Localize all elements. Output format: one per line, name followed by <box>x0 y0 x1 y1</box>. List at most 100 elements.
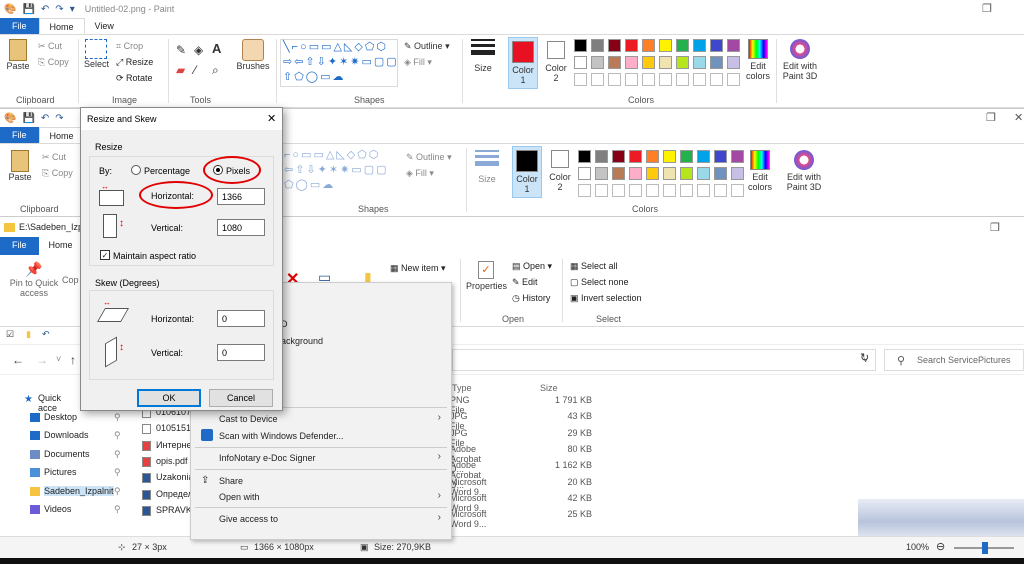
context-item-scan[interactable]: Scan with Windows Defender... <box>219 431 344 441</box>
nav-item[interactable]: Pictures <box>44 467 77 477</box>
palette-swatch[interactable] <box>625 39 638 52</box>
close-icon[interactable]: ✕ <box>1014 111 1023 124</box>
custom-color-slot[interactable] <box>629 184 642 197</box>
percentage-radio[interactable] <box>131 165 141 175</box>
refresh-icon[interactable]: ↻ <box>860 351 869 364</box>
text-icon[interactable]: A <box>212 41 221 56</box>
forward-icon[interactable]: → <box>36 353 48 367</box>
shapes-gallery[interactable]: ╲⌐○▭▭△◺◇⬠⬡ ⇨⇦⇧⇩✦✶✷▭▢▢ ⇧⬠◯▭☁ <box>280 39 398 87</box>
custom-color-slot[interactable] <box>642 73 655 86</box>
column-type-header[interactable]: Type <box>452 383 472 393</box>
maintain-aspect-label[interactable]: Maintain aspect ratio <box>113 251 196 261</box>
palette-swatch[interactable] <box>625 56 638 69</box>
size-button[interactable]: Size <box>472 150 502 184</box>
column-size-header[interactable]: Size <box>540 383 558 393</box>
shapes-gallery[interactable]: ⌐○▭▭△◺◇⬠⬡ ⇦⇧⇩✦✶✷▭▢▢ ⬠◯▭☁ <box>284 148 400 196</box>
save-icon[interactable]: 💾 <box>22 113 34 124</box>
custom-color-slot[interactable] <box>697 184 710 197</box>
fill-button[interactable]: ◈ Fill ▾ <box>406 168 434 179</box>
nav-item[interactable]: Downloads <box>44 430 89 440</box>
ok-button[interactable]: OK <box>137 389 201 407</box>
palette-swatch[interactable] <box>591 39 604 52</box>
invert-selection-button[interactable]: ▣ Invert selection <box>570 293 642 304</box>
nav-item[interactable]: Documents <box>44 449 90 459</box>
custom-color-slot[interactable] <box>646 184 659 197</box>
palette-swatch[interactable] <box>693 56 706 69</box>
custom-color-slot[interactable] <box>714 184 727 197</box>
palette-swatch[interactable] <box>659 56 672 69</box>
outline-button[interactable]: ✎ Outline ▾ <box>404 41 450 52</box>
palette-swatch[interactable] <box>727 39 740 52</box>
fill-icon[interactable]: ◈ <box>194 43 203 57</box>
tab-file[interactable]: File <box>0 237 39 255</box>
palette-swatch[interactable] <box>659 39 672 52</box>
palette-swatch[interactable] <box>714 167 727 180</box>
brushes-button[interactable]: Brushes <box>236 39 270 71</box>
pin-quick-access-button[interactable]: 📌 Pin to Quick access <box>6 261 62 298</box>
new-folder-icon[interactable]: ▮ <box>26 329 31 340</box>
context-item-partial[interactable]: ackground <box>281 336 323 346</box>
edit-colors-button[interactable]: Edit colors <box>744 39 772 81</box>
pin-icon[interactable]: ⚲ <box>114 467 121 478</box>
cut-button[interactable]: ✂ Cut <box>42 152 66 163</box>
custom-color-slot[interactable] <box>659 73 672 86</box>
rotate-button[interactable]: ⟳ Rotate <box>116 73 153 84</box>
palette-swatch[interactable] <box>710 56 723 69</box>
custom-color-slot[interactable] <box>574 73 587 86</box>
palette-swatch[interactable] <box>697 167 710 180</box>
vertical-input[interactable] <box>217 219 265 236</box>
nav-item[interactable]: Quick acce <box>38 393 61 413</box>
palette-swatch[interactable] <box>642 56 655 69</box>
palette-swatch[interactable] <box>608 56 621 69</box>
context-item-infonotary[interactable]: InfoNotary e-Doc Signer <box>219 453 316 463</box>
properties-icon[interactable]: ☑ <box>6 329 14 340</box>
redo-icon[interactable]: ↷ <box>55 113 63 124</box>
context-item-give-access[interactable]: Give access to <box>219 514 278 524</box>
custom-color-slot[interactable] <box>680 184 693 197</box>
properties-button[interactable]: ✓ Properties <box>466 261 507 291</box>
palette-swatch[interactable] <box>676 39 689 52</box>
color2-button[interactable]: Color 2 <box>542 39 570 83</box>
magnifier-icon[interactable]: ⌕ <box>212 63 219 78</box>
path-field[interactable]: ˅ <box>452 349 876 371</box>
custom-color-slot[interactable] <box>710 73 723 86</box>
tab-home[interactable]: Home <box>38 18 85 34</box>
skew-vertical-input[interactable] <box>217 344 265 361</box>
close-icon[interactable]: ✕ <box>267 112 276 125</box>
palette-swatch[interactable] <box>676 56 689 69</box>
chevron-down-icon[interactable]: ˅ <box>56 354 61 364</box>
tab-file[interactable]: File <box>0 18 39 34</box>
palette-swatch[interactable] <box>595 167 608 180</box>
nav-item[interactable]: Sadeben_Izpalnit <box>44 485 114 496</box>
eraser-icon[interactable]: ▰ <box>176 63 185 77</box>
context-item-cast[interactable]: Cast to Device <box>219 414 278 424</box>
skew-horizontal-input[interactable] <box>217 310 265 327</box>
custom-color-slot[interactable] <box>578 184 591 197</box>
custom-color-slot[interactable] <box>595 184 608 197</box>
file-row[interactable]: opis.pdf <box>156 456 188 466</box>
fill-button[interactable]: ◈ Fill ▾ <box>404 57 432 68</box>
select-all-button[interactable]: ▦ Select all <box>570 261 618 272</box>
edit-button[interactable]: ✎ Edit <box>512 277 538 288</box>
maintain-aspect-checkbox[interactable]: ✓ <box>100 250 110 260</box>
pin-icon[interactable]: ⚲ <box>114 504 121 515</box>
paint3d-button[interactable]: Edit with Paint 3D <box>780 39 820 81</box>
context-item-open-with[interactable]: Open with <box>219 492 260 502</box>
pencil-icon[interactable]: ✎ <box>176 43 186 57</box>
context-item-share[interactable]: Share <box>219 476 243 486</box>
horizontal-input[interactable] <box>217 188 265 205</box>
custom-color-slot[interactable] <box>612 184 625 197</box>
palette-swatch[interactable] <box>731 167 744 180</box>
redo-icon[interactable]: ↷ <box>55 4 63 15</box>
nav-item[interactable]: Desktop <box>44 412 77 422</box>
palette-swatch[interactable] <box>646 167 659 180</box>
restore-icon[interactable]: ❐ <box>982 2 992 15</box>
pin-icon[interactable]: ⚲ <box>114 430 121 441</box>
palette-swatch[interactable] <box>727 56 740 69</box>
copy-button[interactable]: Cop <box>62 275 79 285</box>
palette-swatch[interactable] <box>680 150 693 163</box>
copy-button[interactable]: ⎘ Copy <box>38 57 69 68</box>
tab-home[interactable]: Home <box>39 237 83 255</box>
undo-icon[interactable]: ↶ <box>41 113 49 124</box>
size-button[interactable]: Size <box>468 39 498 73</box>
